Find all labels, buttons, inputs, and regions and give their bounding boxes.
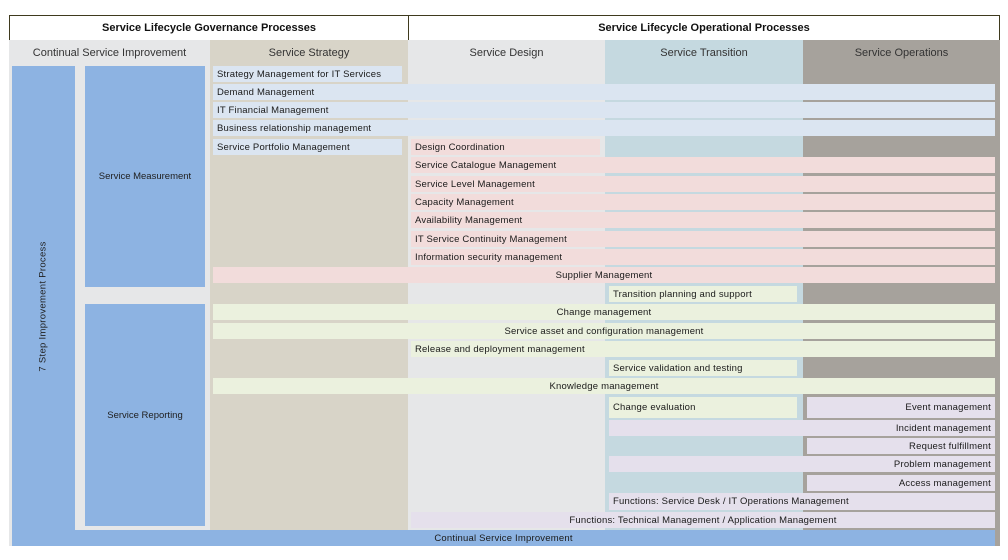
- process-service-level-management: Service Level Management: [411, 176, 995, 192]
- process-change-evaluation: Change evaluation: [609, 397, 797, 418]
- process-request-fulfillment: Request fulfillment: [807, 438, 995, 454]
- process-availability-management: Availability Management: [411, 212, 995, 228]
- governance-header: Service Lifecycle Governance Processes: [9, 15, 409, 41]
- process-service-asset-configuration: Service asset and configuration manageme…: [213, 323, 995, 339]
- function-service-desk-it-operations: Functions: Service Desk / IT Operations …: [609, 493, 995, 510]
- process-access-management: Access management: [807, 475, 995, 491]
- service-measurement-label: Service Measurement: [98, 171, 192, 182]
- seven-step-label: 7 Step Improvement Process: [38, 240, 49, 372]
- process-supplier-management: Supplier Management: [213, 267, 995, 283]
- column-label-csi: Continual Service Improvement: [32, 47, 187, 59]
- seven-step-improvement-block: 7 Step Improvement Process: [12, 66, 75, 546]
- process-demand-management: Demand Management: [213, 84, 995, 100]
- function-technical-application-management: Functions: Technical Management / Applic…: [411, 512, 995, 528]
- process-release-deployment: Release and deployment management: [411, 341, 995, 357]
- column-label-strategy: Service Strategy: [268, 47, 350, 59]
- service-measurement-block: Service Measurement: [85, 66, 205, 287]
- process-transition-planning: Transition planning and support: [609, 286, 797, 302]
- process-it-service-continuity-management: IT Service Continuity Management: [411, 231, 995, 247]
- column-label-operations: Service Operations: [854, 47, 949, 59]
- process-knowledge-management: Knowledge management: [213, 378, 995, 394]
- process-change-management: Change management: [213, 304, 995, 320]
- service-reporting-label: Service Reporting: [107, 409, 183, 421]
- process-event-management: Event management: [807, 397, 995, 418]
- process-it-financial-management: IT Financial Management: [213, 102, 995, 118]
- process-business-relationship-management: Business relationship management: [213, 120, 995, 136]
- service-reporting-block: Service Reporting: [85, 304, 205, 526]
- process-information-security-management: Information security management: [411, 249, 995, 265]
- column-label-design: Service Design: [469, 47, 544, 59]
- operational-header: Service Lifecycle Operational Processes: [408, 15, 1000, 41]
- process-service-portfolio-management: Service Portfolio Management: [213, 139, 402, 155]
- column-label-transition: Service Transition: [660, 47, 748, 59]
- operational-header-label: Service Lifecycle Operational Processes: [598, 22, 810, 34]
- governance-header-label: Service Lifecycle Governance Processes: [101, 22, 317, 34]
- process-capacity-management: Capacity Management: [411, 194, 995, 210]
- continual-service-improvement-bar: Continual Service Improvement: [12, 530, 995, 546]
- process-design-coordination: Design Coordination: [411, 139, 600, 155]
- process-incident-management: Incident management: [609, 420, 995, 436]
- process-service-validation-testing: Service validation and testing: [609, 360, 797, 376]
- process-problem-management: Problem management: [609, 456, 995, 472]
- process-service-catalogue-management: Service Catalogue Management: [411, 157, 995, 173]
- process-strategy-management: Strategy Management for IT Services: [213, 66, 402, 82]
